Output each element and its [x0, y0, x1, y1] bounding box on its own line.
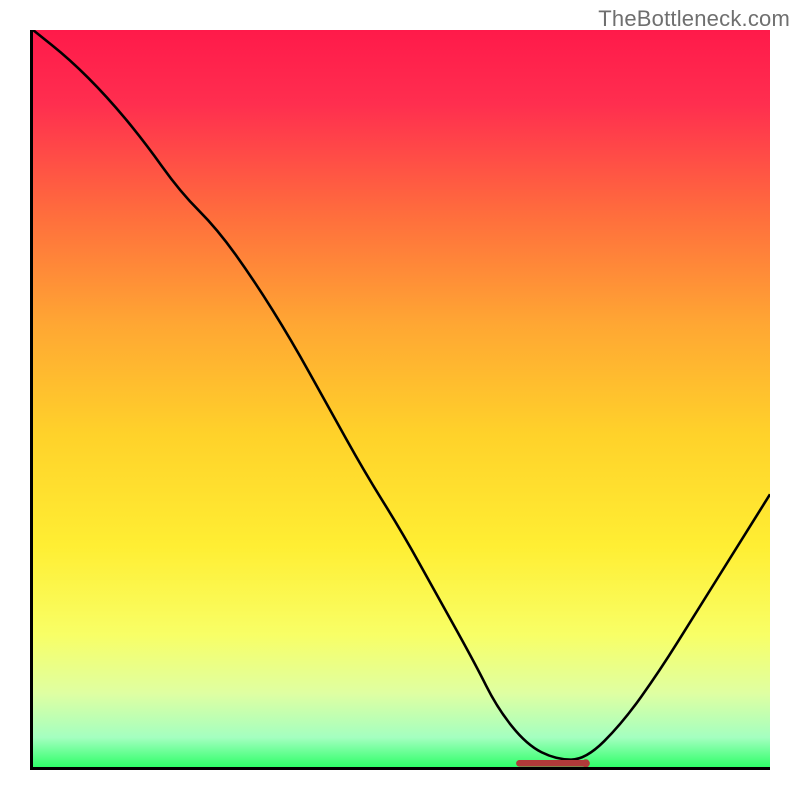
watermark-text: TheBottleneck.com: [598, 6, 790, 32]
plot-area: [30, 30, 770, 770]
optimal-range-marker: [33, 30, 770, 767]
chart-canvas: TheBottleneck.com: [0, 0, 800, 800]
